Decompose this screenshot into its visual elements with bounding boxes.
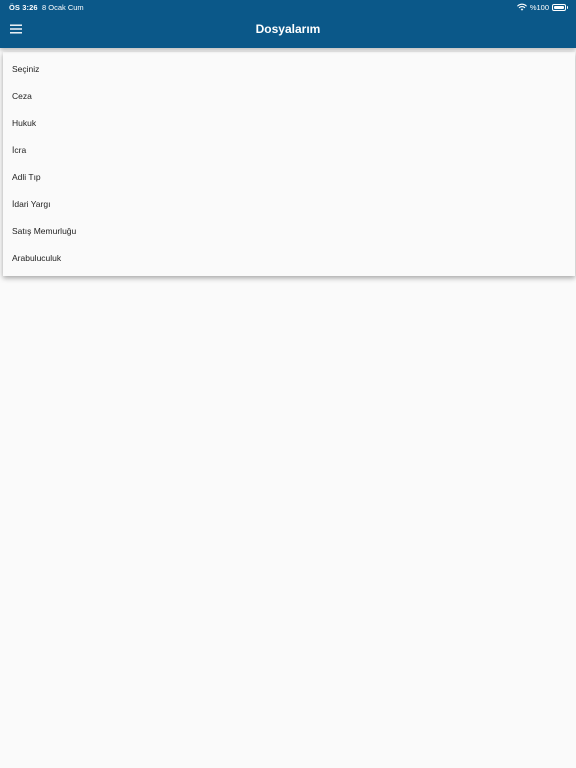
category-dropdown-menu: Seçiniz Ceza Hukuk İcra Adli Tıp İdari Y… bbox=[3, 52, 575, 276]
dropdown-item-ceza[interactable]: Ceza bbox=[3, 83, 575, 110]
status-bar: ÖS 3:26 8 Ocak Cum %100 bbox=[0, 0, 576, 14]
battery-icon bbox=[552, 3, 568, 11]
dropdown-item-adli-tip[interactable]: Adli Tıp bbox=[3, 164, 575, 191]
dropdown-item-icra[interactable]: İcra bbox=[3, 137, 575, 164]
battery-tip bbox=[566, 6, 568, 9]
hamburger-menu-icon[interactable] bbox=[6, 19, 26, 39]
dropdown-item-seciniz[interactable]: Seçiniz bbox=[3, 56, 575, 83]
battery-fill bbox=[554, 5, 564, 9]
hamburger-lines bbox=[10, 24, 22, 34]
wifi-icon bbox=[517, 3, 527, 11]
dropdown-item-satis-memurlugu[interactable]: Satış Memurluğu bbox=[3, 218, 575, 245]
status-time: ÖS 3:26 bbox=[9, 3, 38, 12]
dropdown-item-arabuluculuk[interactable]: Arabuluculuk bbox=[3, 245, 575, 272]
dropdown-item-idari-yargi[interactable]: İdari Yargı bbox=[3, 191, 575, 218]
page-title: Dosyalarım bbox=[255, 22, 321, 36]
app-header: ÖS 3:26 8 Ocak Cum %100 Dosyalarım bbox=[0, 0, 576, 48]
status-date: 8 Ocak Cum bbox=[42, 3, 84, 12]
dropdown-item-hukuk[interactable]: Hukuk bbox=[3, 110, 575, 137]
battery-percent: %100 bbox=[529, 2, 549, 12]
status-indicators: %100 bbox=[517, 2, 568, 12]
